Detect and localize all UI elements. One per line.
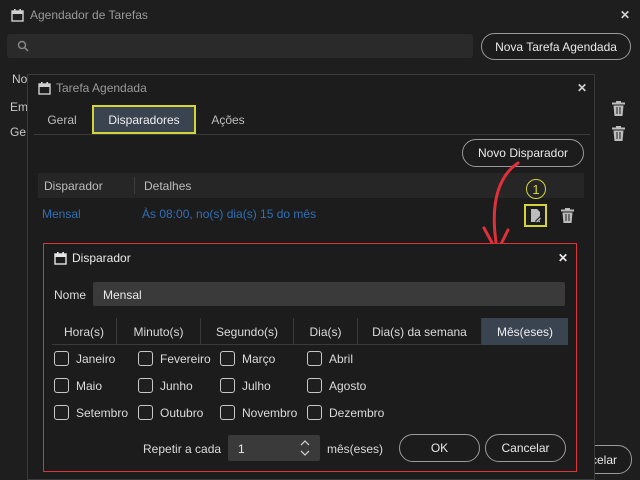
tab-geral[interactable]: Geral — [40, 106, 84, 134]
column-separator — [134, 177, 135, 194]
checkbox-box[interactable] — [138, 378, 153, 393]
repeat-unit: mês(eses) — [327, 442, 384, 456]
row-trigger-name: Mensal — [42, 207, 81, 221]
checkbox-box[interactable] — [307, 351, 322, 366]
repeat-value: 1 — [238, 442, 245, 456]
calendar-icon — [54, 251, 67, 265]
checkbox-outubro[interactable]: Outubro — [138, 405, 203, 420]
checkbox-box[interactable] — [307, 405, 322, 420]
checkbox-junho[interactable]: Junho — [138, 378, 193, 393]
ok-button[interactable]: OK — [399, 434, 480, 462]
tab-weekdays[interactable]: Dia(s) da semana — [358, 318, 482, 345]
checkbox-box[interactable] — [307, 378, 322, 393]
checkbox-label: Outubro — [160, 405, 204, 420]
row-trigger-details: Às 08:00, no(s) dia(s) 15 do mês — [142, 207, 317, 221]
checkbox-agosto[interactable]: Agosto — [307, 378, 366, 393]
checkbox-marco[interactable]: Março — [220, 351, 275, 366]
task-close-icon[interactable]: ✕ — [577, 81, 587, 95]
main-row-2[interactable]: Ge — [10, 125, 26, 139]
tab-hours[interactable]: Hora(s) — [52, 318, 117, 345]
checkbox-maio[interactable]: Maio — [54, 378, 102, 393]
checkbox-setembro[interactable]: Setembro — [54, 405, 128, 420]
step-badge-number: 1 — [532, 181, 540, 197]
checkbox-label: Julho — [242, 378, 271, 393]
task-titlebar: Tarefa Agendada — [38, 81, 147, 95]
checkbox-box[interactable] — [220, 351, 235, 366]
main-title: Agendador de Tarefas — [30, 8, 148, 22]
checkbox-box[interactable] — [220, 378, 235, 393]
checkbox-label: Junho — [160, 378, 193, 393]
trigger-dialog-titlebar: Disparador — [54, 251, 131, 265]
main-row-1[interactable]: Em — [10, 100, 28, 114]
checkbox-label: Dezembro — [329, 405, 385, 420]
search-icon — [17, 40, 29, 52]
trigger-dialog-close-icon[interactable]: ✕ — [558, 251, 568, 265]
name-field-value: Mensal — [103, 288, 142, 302]
tab-minutes[interactable]: Minuto(s) — [117, 318, 201, 345]
tab-months[interactable]: Mês(eses) — [482, 318, 568, 345]
trigger-tabs: Hora(s) Minuto(s) Segundo(s) Dia(s) Dia(… — [52, 318, 568, 345]
checkbox-label: Janeiro — [76, 351, 116, 366]
column-trigger: Disparador — [44, 179, 103, 193]
tab-disparadores[interactable]: Disparadores — [92, 105, 196, 134]
calendar-icon — [38, 81, 51, 95]
checkbox-label: Abril — [329, 351, 354, 366]
checkbox-label: Fevereiro — [160, 351, 211, 366]
column-details: Detalhes — [144, 179, 192, 193]
checkbox-janeiro[interactable]: Janeiro — [54, 351, 115, 366]
checkbox-abril[interactable]: Abril — [307, 351, 353, 366]
checkbox-box[interactable] — [54, 351, 69, 366]
checkbox-label: Agosto — [329, 378, 367, 393]
search-input[interactable] — [7, 34, 473, 58]
cancel-button[interactable]: Cancelar — [485, 434, 566, 462]
tab-divider — [34, 134, 590, 135]
trash-icon[interactable] — [612, 126, 625, 141]
checkbox-dezembro[interactable]: Dezembro — [307, 405, 384, 420]
calendar-icon — [11, 8, 24, 22]
tab-days[interactable]: Dia(s) — [294, 318, 358, 345]
trigger-dialog-title: Disparador — [72, 251, 131, 265]
checkbox-label: Maio — [76, 378, 103, 393]
checkbox-novembro[interactable]: Novembro — [220, 405, 297, 420]
checkbox-box[interactable] — [220, 405, 235, 420]
name-label: Nome — [54, 288, 87, 302]
name-field[interactable]: Mensal — [93, 282, 565, 306]
trigger-dialog: Disparador ✕ Nome Mensal Hora(s) Minuto(… — [43, 243, 577, 472]
task-title: Tarefa Agendada — [56, 81, 147, 95]
checkbox-label: Novembro — [242, 405, 298, 420]
checkbox-box[interactable] — [138, 405, 153, 420]
stepper-up-icon[interactable] — [300, 439, 310, 446]
trash-icon[interactable] — [612, 101, 625, 116]
tab-acoes[interactable]: Ações — [200, 106, 256, 134]
stepper-down-icon[interactable] — [300, 450, 310, 457]
edit-icon — [530, 208, 542, 223]
trash-icon[interactable] — [561, 208, 574, 223]
checkbox-box[interactable] — [138, 351, 153, 366]
checkbox-box[interactable] — [54, 405, 69, 420]
checkbox-label: Março — [242, 351, 276, 366]
tab-seconds[interactable]: Segundo(s) — [201, 318, 294, 345]
checkbox-julho[interactable]: Julho — [220, 378, 271, 393]
main-close-icon[interactable]: ✕ — [620, 8, 630, 22]
checkbox-fevereiro[interactable]: Fevereiro — [138, 351, 211, 366]
checkbox-box[interactable] — [54, 378, 69, 393]
main-column-header: No — [12, 72, 28, 86]
new-task-button[interactable]: Nova Tarefa Agendada — [481, 33, 631, 60]
main-titlebar: Agendador de Tarefas — [0, 0, 640, 30]
repeat-label: Repetir a cada — [143, 442, 222, 456]
checkbox-label: Setembro — [76, 405, 129, 420]
repeat-stepper[interactable]: 1 — [228, 435, 320, 461]
